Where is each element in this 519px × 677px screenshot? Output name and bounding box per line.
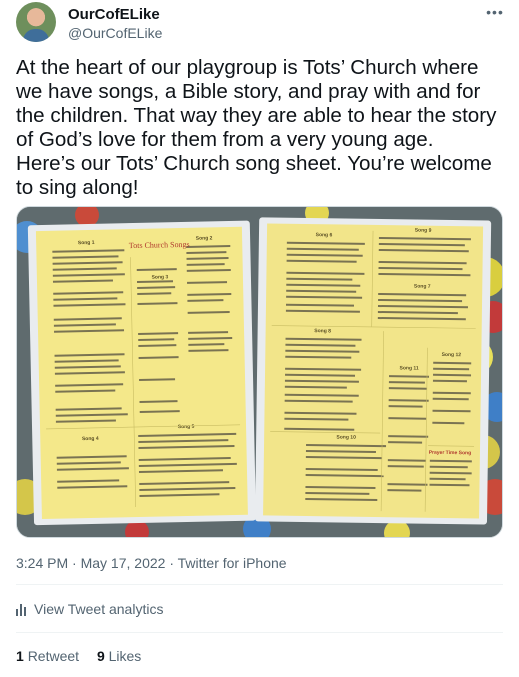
tweet-text: At the heart of our playgroup is Tots’ C… [16,56,497,199]
tweet-stats: 1 Retweet 9 Likes [16,648,155,664]
svg-text:Song 7: Song 7 [414,284,431,290]
sheet-title: Tots Church Songs [129,240,190,250]
svg-text:Song 6: Song 6 [316,232,333,238]
tweet-metadata: 3:24 PM · May 17, 2022 · Twitter for iPh… [16,555,287,571]
svg-text:Song 11: Song 11 [399,365,418,371]
tweet-photo[interactable]: Tots Church Songs Song 1 Song 2 Song 3 S… [16,206,503,538]
retweets-stat[interactable]: 1 Retweet [16,648,79,664]
svg-text:Song 2: Song 2 [196,235,213,241]
svg-text:Song 12: Song 12 [442,352,462,358]
svg-text:Song 5: Song 5 [178,424,195,430]
svg-text:Song 1: Song 1 [78,240,95,246]
song-sheet-photo: Tots Church Songs Song 1 Song 2 Song 3 S… [17,207,502,537]
meta-separator: · [68,555,81,571]
meta-separator: · [165,555,178,571]
svg-text:Song 10: Song 10 [336,434,356,440]
avatar[interactable] [16,2,56,42]
user-handle[interactable]: @OurCofELike [68,25,162,41]
divider [16,632,503,633]
svg-text:Song 4: Song 4 [82,436,99,442]
view-analytics-link[interactable]: View Tweet analytics [16,601,163,617]
svg-text:Song 9: Song 9 [415,228,432,234]
divider [16,584,503,585]
tweet-time[interactable]: 3:24 PM [16,555,68,571]
tweet-date[interactable]: May 17, 2022 [81,555,166,571]
retweets-count: 1 [16,648,24,664]
prayer-time-title: Prayer Time Song [429,450,472,457]
likes-count: 9 [96,648,105,664]
ellipsis-icon[interactable]: ••• [484,4,506,20]
tweet-header: OurCofELike @OurCofELike ••• [16,2,506,46]
tweet-source[interactable]: Twitter for iPhone [178,555,287,571]
likes-label: Likes [108,648,142,664]
retweets-label: Retweet [27,648,80,664]
likes-stat[interactable]: 9 Likes [97,648,141,664]
bar-chart-icon [16,603,28,616]
tweet: OurCofELike @OurCofELike ••• At the hear… [0,0,519,677]
svg-text:Song 3: Song 3 [152,274,169,280]
analytics-label: View Tweet analytics [34,601,164,617]
svg-text:Song 8: Song 8 [314,328,331,334]
user-display-name[interactable]: OurCofELike [68,6,160,23]
